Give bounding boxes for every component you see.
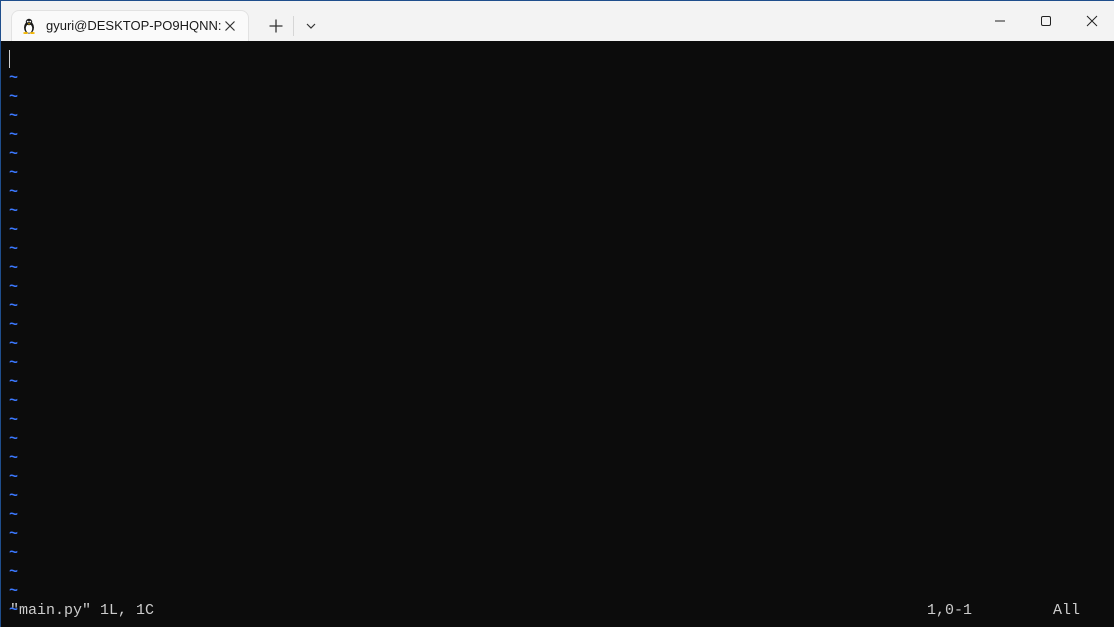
terminal-content[interactable]: ~ ~ ~ ~ ~ ~ ~ ~ ~ ~ ~ ~ ~ ~ ~ ~ ~ ~ ~ ~ ~ ~ ~ ~ ~ ~ ~ ~ ~ "main.py" … bbox=[1, 42, 1114, 627]
empty-line-marker: ~ bbox=[9, 583, 19, 600]
maximize-button[interactable] bbox=[1023, 1, 1069, 41]
empty-line-marker: ~ bbox=[9, 260, 19, 277]
empty-line-marker: ~ bbox=[9, 184, 19, 201]
empty-line-marker: ~ bbox=[9, 165, 19, 182]
empty-line-marker: ~ bbox=[9, 127, 19, 144]
text-cursor bbox=[9, 50, 10, 68]
empty-line-marker: ~ bbox=[9, 108, 19, 125]
empty-line-marker: ~ bbox=[9, 374, 19, 391]
empty-line-marker: ~ bbox=[9, 336, 19, 353]
empty-line-marker: ~ bbox=[9, 203, 19, 220]
empty-line-marker: ~ bbox=[9, 412, 19, 429]
minimize-icon bbox=[995, 20, 1005, 22]
empty-line-marker: ~ bbox=[9, 298, 19, 315]
tab-title: gyuri@DESKTOP-PO9HQNN: bbox=[46, 18, 222, 33]
empty-line-marker: ~ bbox=[9, 507, 19, 524]
minimize-button[interactable] bbox=[977, 1, 1023, 41]
chevron-down-icon bbox=[306, 23, 316, 29]
empty-line-markers: ~ ~ ~ ~ ~ ~ ~ ~ ~ ~ ~ ~ ~ ~ ~ ~ ~ ~ ~ ~ ~ ~ ~ ~ ~ ~ ~ ~ ~ bbox=[9, 69, 18, 620]
empty-line-marker: ~ bbox=[9, 431, 19, 448]
tab-terminal[interactable]: gyuri@DESKTOP-PO9HQNN: bbox=[11, 10, 249, 41]
empty-line-marker: ~ bbox=[9, 564, 19, 581]
empty-line-marker: ~ bbox=[9, 222, 19, 239]
empty-line-marker: ~ bbox=[9, 545, 19, 562]
vim-status-line: "main.py" 1L, 1C 1,0-1 All bbox=[1, 601, 1114, 620]
empty-line-marker: ~ bbox=[9, 488, 19, 505]
new-tab-button[interactable] bbox=[265, 15, 287, 37]
empty-line-marker: ~ bbox=[9, 241, 19, 258]
empty-line-marker: ~ bbox=[9, 393, 19, 410]
maximize-icon bbox=[1041, 16, 1051, 26]
empty-line-marker: ~ bbox=[9, 146, 19, 163]
empty-line-marker: ~ bbox=[9, 89, 19, 106]
empty-line-marker: ~ bbox=[9, 70, 19, 87]
tab-dropdown-button[interactable] bbox=[302, 18, 320, 34]
tab-close-icon[interactable] bbox=[223, 19, 237, 33]
status-scroll-position: All bbox=[1053, 602, 1081, 619]
title-bar[interactable]: gyuri@DESKTOP-PO9HQNN: bbox=[1, 1, 1114, 41]
empty-line-marker: ~ bbox=[9, 450, 19, 467]
status-file-info: "main.py" 1L, 1C bbox=[10, 602, 155, 619]
close-button[interactable] bbox=[1069, 1, 1114, 41]
empty-line-marker: ~ bbox=[9, 526, 19, 543]
empty-line-marker: ~ bbox=[9, 317, 19, 334]
tab-separator bbox=[293, 16, 294, 36]
empty-line-marker: ~ bbox=[9, 469, 19, 486]
empty-line-marker: ~ bbox=[9, 279, 19, 296]
terminal-window: gyuri@DESKTOP-PO9HQNN: ~ ~ ~ ~ ~ ~ ~ ~ ~… bbox=[0, 0, 1114, 627]
status-cursor-position: 1,0-1 bbox=[927, 602, 973, 619]
linux-tux-icon bbox=[22, 18, 36, 34]
empty-line-marker: ~ bbox=[9, 355, 19, 372]
plus-icon bbox=[269, 19, 283, 33]
close-icon bbox=[1086, 15, 1098, 27]
